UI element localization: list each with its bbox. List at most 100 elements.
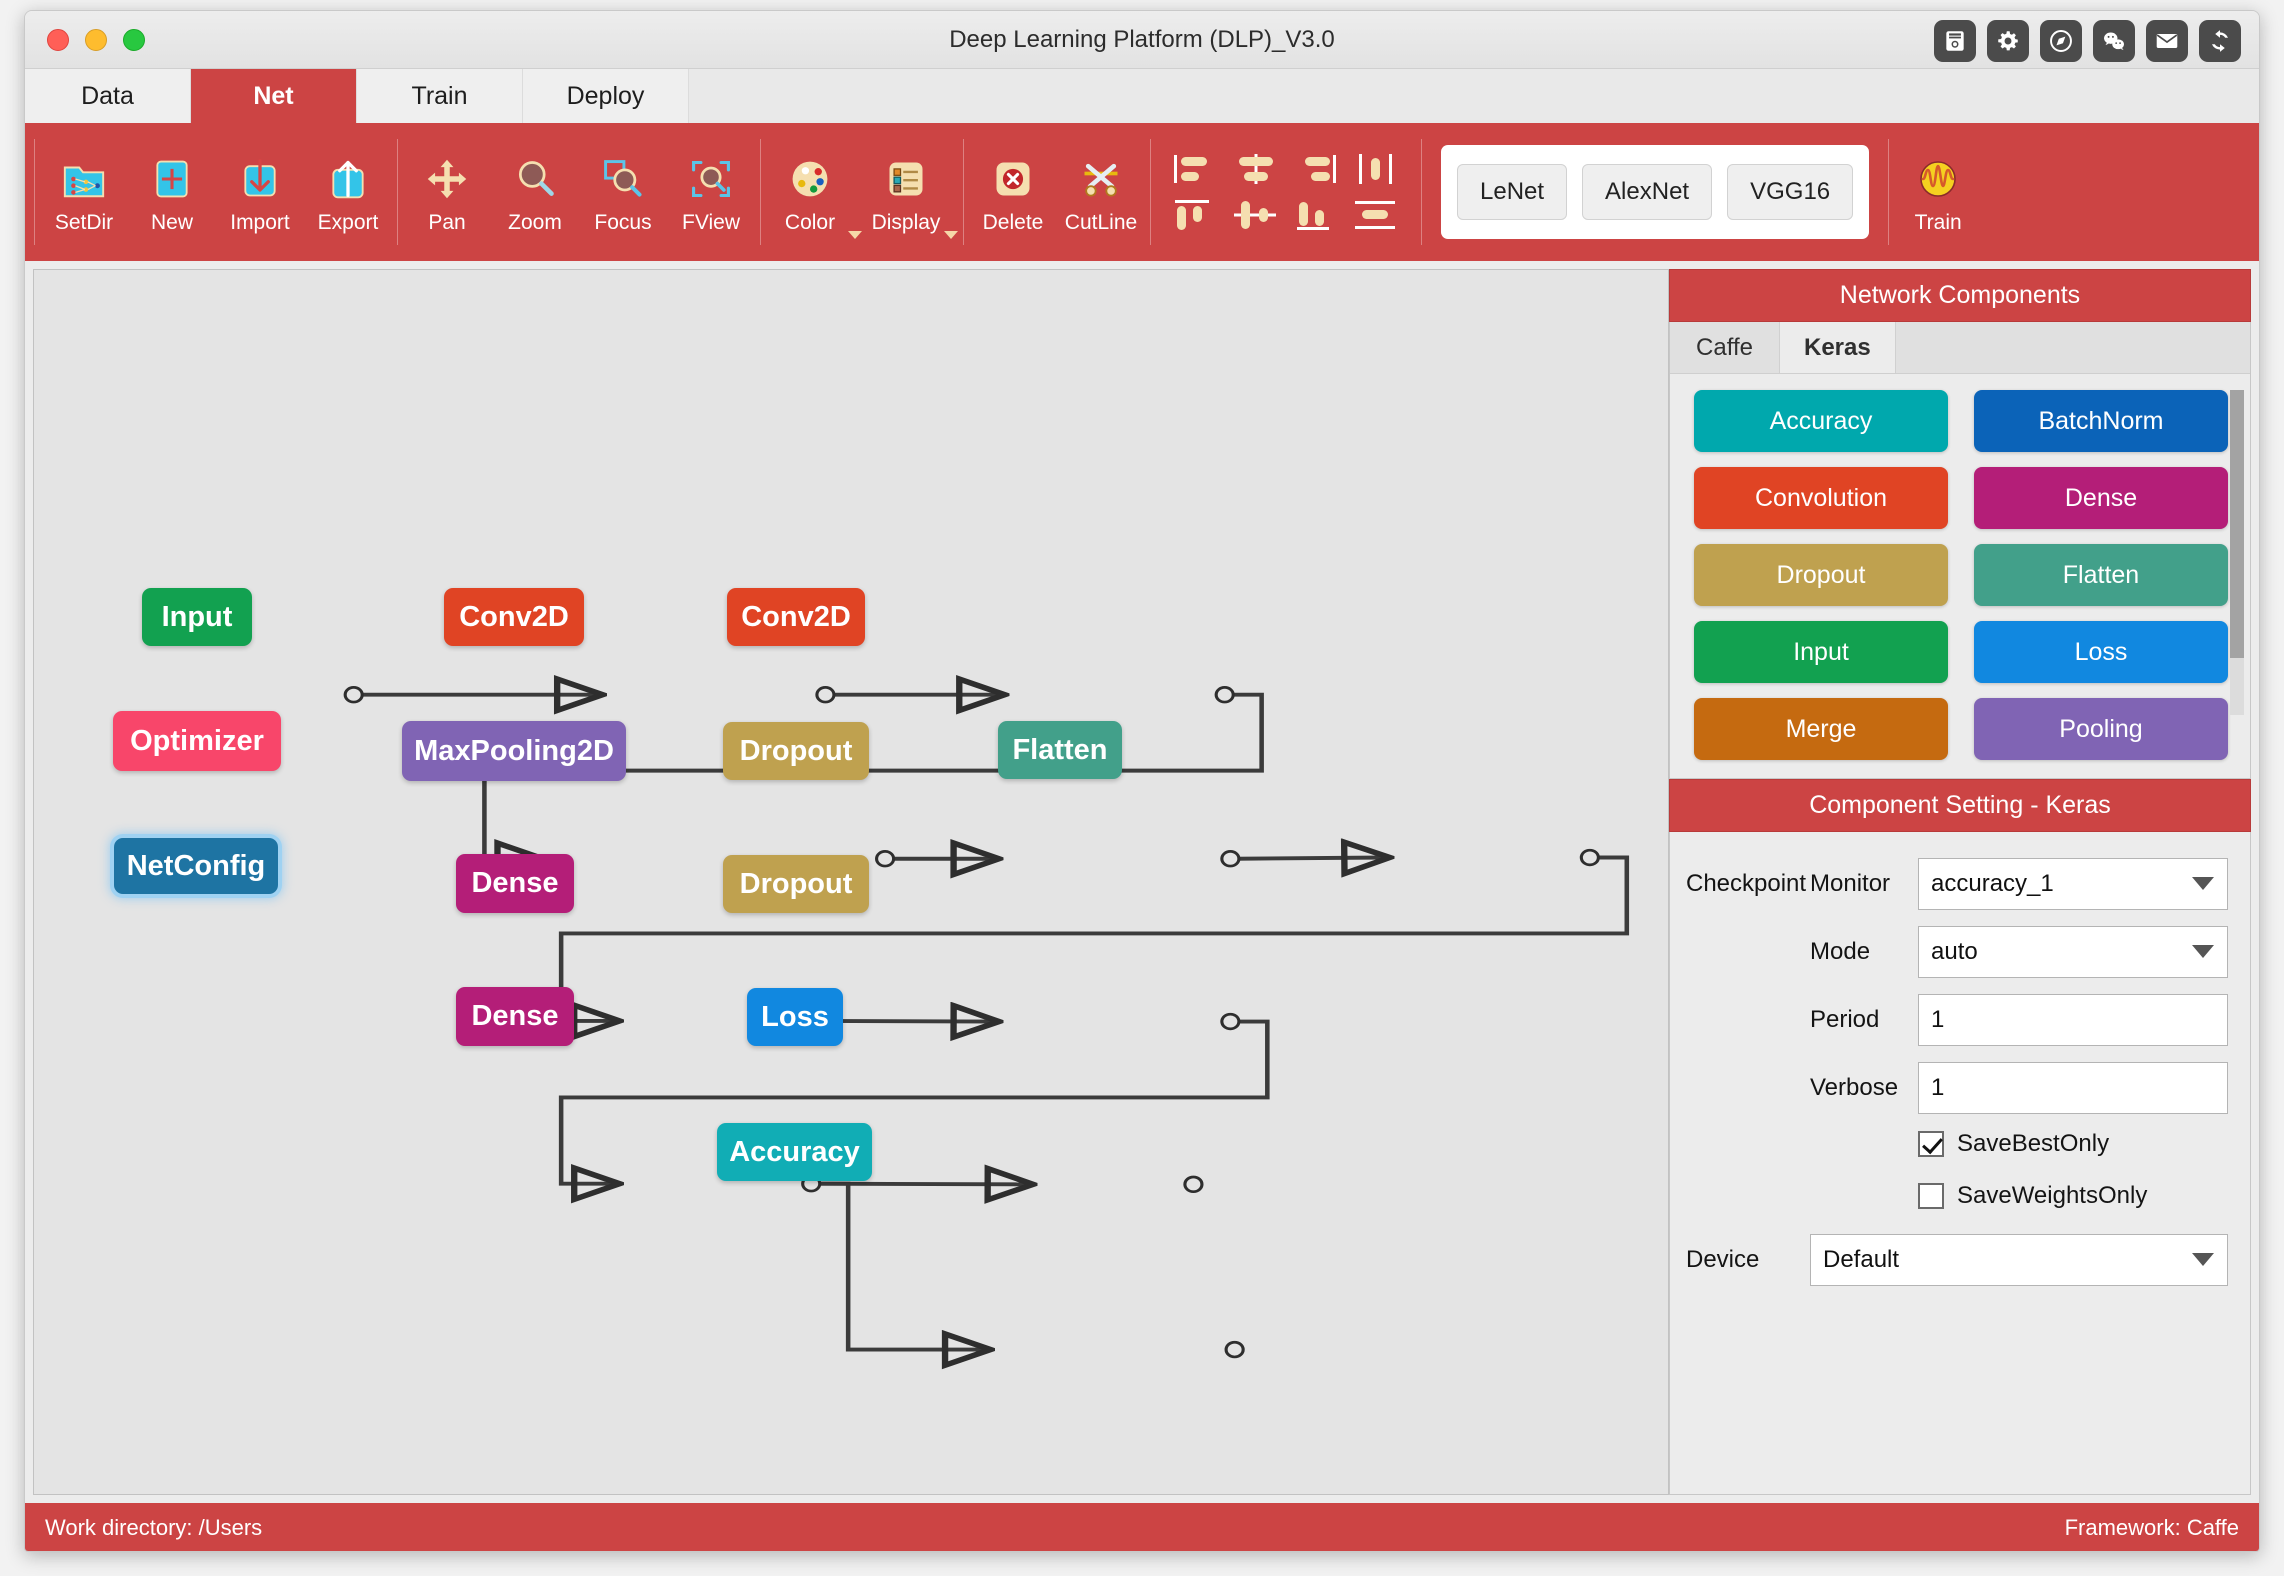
connection-wire[interactable]: [1236, 858, 1385, 859]
canvas-node-dropout2[interactable]: Dropout: [723, 855, 869, 913]
compass-icon[interactable]: [2040, 20, 2082, 62]
component-flatten-button[interactable]: Flatten: [1974, 544, 2228, 606]
toolbar: SetDir New Import Export Pan: [25, 123, 2259, 261]
align-center-horizontal-icon[interactable]: [1226, 146, 1286, 192]
align-left-icon[interactable]: [1166, 146, 1226, 192]
mode-select[interactable]: auto: [1918, 926, 2228, 978]
connection-wire[interactable]: [817, 1021, 995, 1022]
canvas-node-loss[interactable]: Loss: [747, 988, 843, 1046]
connection-wire[interactable]: [561, 858, 1627, 1021]
canvas-node-flatten[interactable]: Flatten: [998, 721, 1122, 779]
tab-data[interactable]: Data: [25, 69, 191, 123]
savebestonly-checkbox[interactable]: [1918, 1131, 1944, 1157]
model-alexnet-button[interactable]: AlexNet: [1582, 164, 1712, 220]
component-accuracy-button[interactable]: Accuracy: [1694, 390, 1948, 452]
chevron-down-icon-display[interactable]: [944, 231, 958, 239]
canvas-node-maxpooling2d[interactable]: MaxPooling2D: [402, 721, 626, 781]
toolbar-separator-6: [1421, 139, 1422, 245]
toolbar-delete-button[interactable]: Delete: [969, 123, 1057, 261]
tab-caffe[interactable]: Caffe: [1670, 322, 1780, 373]
node-output-port[interactable]: [1216, 687, 1233, 702]
saveweightsonly-row[interactable]: SaveWeightsOnly: [1918, 1182, 2228, 1210]
toolbar-fview-button[interactable]: FView: [667, 123, 755, 261]
model-lenet-button[interactable]: LeNet: [1457, 164, 1567, 220]
model-preset-box: LeNet AlexNet VGG16: [1441, 145, 1869, 239]
magnifier-icon: [509, 153, 561, 205]
distribute-horizontal-icon[interactable]: [1346, 192, 1406, 238]
components-scrollbar-thumb[interactable]: [2230, 390, 2244, 658]
framework-tab-bar: Caffe Keras: [1670, 322, 2250, 374]
refresh-icon[interactable]: [2199, 20, 2241, 62]
align-top-icon[interactable]: [1166, 192, 1226, 238]
status-framework: Framework: Caffe: [2065, 1515, 2239, 1541]
toolbar-display-button[interactable]: Display: [862, 149, 950, 235]
connection-wire[interactable]: [817, 1184, 986, 1350]
component-input-button[interactable]: Input: [1694, 621, 1948, 683]
period-field[interactable]: 1: [1918, 994, 2228, 1046]
connection-wire[interactable]: [817, 1184, 1029, 1185]
tab-net[interactable]: Net: [191, 69, 357, 123]
saveweightsonly-checkbox[interactable]: [1918, 1183, 1944, 1209]
toolbar-new-label: New: [151, 211, 193, 235]
node-output-port[interactable]: [345, 687, 362, 702]
align-bottom-icon[interactable]: [1286, 192, 1346, 238]
component-pooling-button[interactable]: Pooling: [1974, 698, 2228, 760]
align-right-icon[interactable]: [1286, 146, 1346, 192]
toolbar-zoom-button[interactable]: Zoom: [491, 123, 579, 261]
node-output-port[interactable]: [1581, 850, 1598, 865]
component-merge-button[interactable]: Merge: [1694, 698, 1948, 760]
canvas-node-optimizer[interactable]: Optimizer: [113, 711, 281, 771]
chevron-down-icon[interactable]: [848, 231, 862, 239]
mail-icon[interactable]: [2146, 20, 2188, 62]
import-down-arrow-icon: [234, 153, 286, 205]
component-dropout-button[interactable]: Dropout: [1694, 544, 1948, 606]
save-icon[interactable]: [1934, 20, 1976, 62]
node-output-port[interactable]: [1222, 1014, 1239, 1029]
canvas-node-dropout1[interactable]: Dropout: [723, 722, 869, 780]
canvas-node-netconfig[interactable]: NetConfig: [114, 838, 278, 894]
toolbar-cutline-button[interactable]: CutLine: [1057, 123, 1145, 261]
components-scrollbar[interactable]: [2230, 390, 2244, 715]
monitor-select[interactable]: accuracy_1: [1918, 858, 2228, 910]
device-select[interactable]: Default: [1810, 1234, 2228, 1286]
tab-deploy[interactable]: Deploy: [523, 69, 689, 123]
connection-wire[interactable]: [561, 1022, 1267, 1184]
toolbar-focus-button[interactable]: Focus: [579, 123, 667, 261]
toolbar-new-button[interactable]: New: [128, 123, 216, 261]
setting-label-verbose: Verbose: [1810, 1074, 1918, 1102]
component-batchnorm-button[interactable]: BatchNorm: [1974, 390, 2228, 452]
align-middle-vertical-icon[interactable]: [1226, 192, 1286, 238]
savebestonly-row[interactable]: SaveBestOnly: [1918, 1130, 2228, 1158]
component-loss-button[interactable]: Loss: [1974, 621, 2228, 683]
canvas-node-dense2[interactable]: Dense: [456, 987, 574, 1046]
tab-keras[interactable]: Keras: [1780, 322, 1896, 373]
node-output-port[interactable]: [817, 687, 834, 702]
network-canvas[interactable]: Input Conv2D Conv2D Optimizer MaxPooling2D Dr…: [33, 269, 1669, 1495]
canvas-node-dense1[interactable]: Dense: [456, 854, 574, 913]
gear-icon[interactable]: [1987, 20, 2029, 62]
canvas-node-input[interactable]: Input: [142, 588, 252, 646]
node-output-port[interactable]: [877, 851, 894, 866]
canvas-node-conv2[interactable]: Conv2D: [727, 588, 865, 646]
node-output-port[interactable]: [1226, 1342, 1243, 1357]
toolbar-train-button[interactable]: Train: [1894, 123, 1982, 261]
canvas-node-conv1[interactable]: Conv2D: [444, 588, 584, 646]
tab-train[interactable]: Train: [357, 69, 523, 123]
toolbar-setdir-button[interactable]: SetDir: [40, 123, 128, 261]
status-bar: Work directory: /Users Framework: Caffe: [25, 1503, 2259, 1552]
toolbar-export-button[interactable]: Export: [304, 123, 392, 261]
distribute-vertical-icon[interactable]: [1346, 146, 1406, 192]
toolbar-pan-button[interactable]: Pan: [403, 123, 491, 261]
model-vgg16-button[interactable]: VGG16: [1727, 164, 1853, 220]
wechat-icon[interactable]: [2093, 20, 2135, 62]
node-output-port[interactable]: [1222, 851, 1239, 866]
pan-move-icon: [421, 153, 473, 205]
scissors-icon: [1075, 153, 1127, 205]
node-output-port[interactable]: [1185, 1177, 1202, 1192]
toolbar-import-button[interactable]: Import: [216, 123, 304, 261]
component-convolution-button[interactable]: Convolution: [1694, 467, 1948, 529]
verbose-field[interactable]: 1: [1918, 1062, 2228, 1114]
canvas-node-accuracy[interactable]: Accuracy: [717, 1123, 872, 1181]
component-dense-button[interactable]: Dense: [1974, 467, 2228, 529]
toolbar-color-button[interactable]: Color: [766, 149, 854, 235]
